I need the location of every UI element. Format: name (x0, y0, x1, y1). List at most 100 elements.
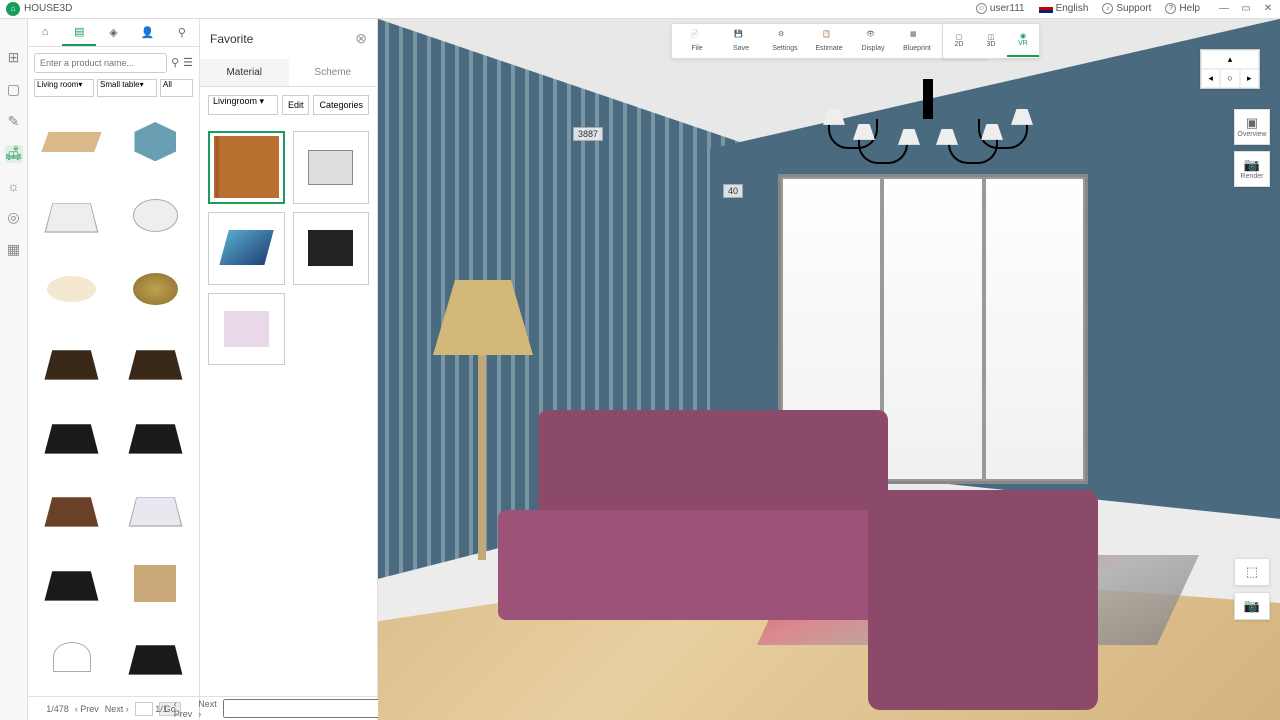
tab-tag[interactable]: ◈ (96, 19, 130, 46)
product-item[interactable] (34, 109, 110, 175)
headset-icon: ♪ (1102, 3, 1113, 14)
product-item[interactable] (34, 624, 110, 690)
right-tools: ▣Overview 📷Render (1234, 109, 1270, 187)
product-item[interactable] (34, 551, 110, 617)
support-link[interactable]: ♪ Support (1102, 3, 1151, 14)
product-grid (28, 103, 199, 696)
product-item[interactable] (34, 256, 110, 322)
next-button[interactable]: Next › (105, 704, 129, 714)
nav-up-icon[interactable]: ▴ (1201, 50, 1259, 69)
filter-all[interactable]: All (160, 79, 193, 97)
nav-center-icon[interactable]: ○ (1220, 69, 1239, 88)
save-tool[interactable]: 💾Save (720, 25, 762, 57)
view-mode-switcher: ▢2D ◫3D ◉VR (942, 23, 1040, 59)
bottom-right-tools: ⬚ 📷 (1234, 558, 1270, 620)
filter-settings-icon[interactable]: ☰ (183, 56, 193, 69)
rail-furniture-icon[interactable]: 🛋 (5, 145, 23, 163)
view-2d[interactable]: ▢2D (943, 25, 975, 57)
close-button[interactable]: ✕ (1262, 3, 1274, 15)
room-scene: 3887 40 (378, 19, 1280, 720)
rail-paint-icon[interactable]: ✎ (5, 113, 23, 131)
page-indicator: 1/478 (46, 704, 69, 714)
display-tool[interactable]: 👁Display (852, 25, 894, 57)
user-label: user111 (990, 3, 1025, 14)
prev-button[interactable]: ‹ Prev (75, 704, 99, 714)
rail-grid-icon[interactable]: ▦ (5, 241, 23, 259)
filter-type[interactable]: Small table▾ (97, 79, 157, 97)
tab-catalog[interactable]: ▤ (62, 19, 96, 46)
categories-button[interactable]: Categories (313, 95, 369, 115)
product-item[interactable] (118, 403, 194, 469)
product-item[interactable] (34, 403, 110, 469)
dimension-label: 40 (723, 184, 743, 198)
app-name: HOUSE3D (24, 3, 72, 14)
nav-left-icon[interactable]: ◂ (1201, 69, 1220, 88)
product-item[interactable] (118, 624, 194, 690)
left-rail: ⊞ ▢ ✎ 🛋 ☼ ◎ ▦ (0, 19, 28, 720)
product-panel: ⌂ ▤ ◈ 👤 ⚲ ⚲ ☰ Living room▾ Small table▾ … (28, 19, 200, 720)
camera-tool-icon[interactable]: 📷 (1234, 592, 1270, 620)
favorite-panel: Favorite ⊗ Material Scheme Livingroom ▾ … (200, 19, 378, 720)
product-item[interactable] (118, 551, 194, 617)
tab-scheme[interactable]: Scheme (289, 59, 378, 86)
favorite-category-select[interactable]: Livingroom ▾ (208, 95, 278, 115)
product-item[interactable] (118, 109, 194, 175)
settings-tool[interactable]: ⚙Settings (764, 25, 806, 57)
product-item[interactable] (34, 183, 110, 249)
render-button[interactable]: 📷Render (1234, 151, 1270, 187)
product-item[interactable] (118, 256, 194, 322)
product-item[interactable] (118, 330, 194, 396)
file-tool[interactable]: 📄File (676, 25, 718, 57)
favorite-item[interactable] (293, 212, 370, 285)
viewport-toolbar: 📄File 💾Save ⚙Settings 📋Estimate 👁Display… (671, 23, 987, 59)
blueprint-tool[interactable]: ▦Blueprint (896, 25, 938, 57)
favorite-item[interactable] (208, 212, 285, 285)
language-menu[interactable]: English (1039, 3, 1089, 14)
product-top-tabs: ⌂ ▤ ◈ 👤 ⚲ (28, 19, 199, 47)
rail-measure-icon[interactable]: ⊞ (5, 49, 23, 67)
fav-next-button[interactable]: Next › (198, 699, 217, 719)
dimension-label: 3887 (573, 127, 603, 141)
favorite-close-icon[interactable]: ⊗ (355, 30, 367, 47)
edit-button[interactable]: Edit (282, 95, 310, 115)
favorite-item[interactable] (208, 131, 285, 204)
help-label: Help (1179, 3, 1200, 14)
tab-home[interactable]: ⌂ (28, 19, 62, 46)
nav-right-icon[interactable]: ▸ (1240, 69, 1259, 88)
cube-tool-icon[interactable]: ⬚ (1234, 558, 1270, 586)
user-icon: ☺ (976, 3, 987, 14)
favorite-item[interactable] (208, 293, 285, 366)
tab-search[interactable]: ⚲ (165, 19, 199, 46)
product-item[interactable] (118, 183, 194, 249)
product-item[interactable] (118, 477, 194, 543)
page-input[interactable] (135, 702, 153, 716)
titlebar: ⌂ HOUSE3D ☺ user111 English ♪ Support ? … (0, 0, 1280, 19)
maximize-button[interactable]: ▭ (1240, 3, 1252, 15)
tab-material[interactable]: Material (200, 59, 289, 86)
tab-user[interactable]: 👤 (131, 19, 165, 46)
product-item[interactable] (34, 330, 110, 396)
language-label: English (1056, 3, 1089, 14)
user-menu[interactable]: ☺ user111 (976, 3, 1025, 14)
view-vr[interactable]: ◉VR (1007, 25, 1039, 57)
estimate-tool[interactable]: 📋Estimate (808, 25, 850, 57)
product-item[interactable] (34, 477, 110, 543)
favorite-grid (200, 123, 377, 696)
search-input[interactable] (34, 53, 167, 73)
favorite-title: Favorite (210, 32, 253, 46)
rail-room-icon[interactable]: ▢ (5, 81, 23, 99)
fav-prev-button[interactable]: ‹ Prev (174, 699, 193, 719)
overview-button[interactable]: ▣Overview (1234, 109, 1270, 145)
view-3d[interactable]: ◫3D (975, 25, 1007, 57)
search-icon[interactable]: ⚲ (171, 56, 179, 69)
filter-room[interactable]: Living room▾ (34, 79, 94, 97)
rail-light-icon[interactable]: ☼ (5, 177, 23, 195)
favorite-item[interactable] (293, 131, 370, 204)
minimize-button[interactable]: — (1218, 3, 1230, 15)
viewport-3d[interactable]: 3887 40 📄File 💾Save ⚙Settings 📋Estimate … (378, 19, 1280, 720)
rail-target-icon[interactable]: ◎ (5, 209, 23, 227)
fav-page-input[interactable] (223, 699, 404, 718)
support-label: Support (1116, 3, 1151, 14)
favorite-pager: 1/1 ‹ Prev Next › Go (200, 696, 377, 720)
help-link[interactable]: ? Help (1165, 3, 1200, 14)
